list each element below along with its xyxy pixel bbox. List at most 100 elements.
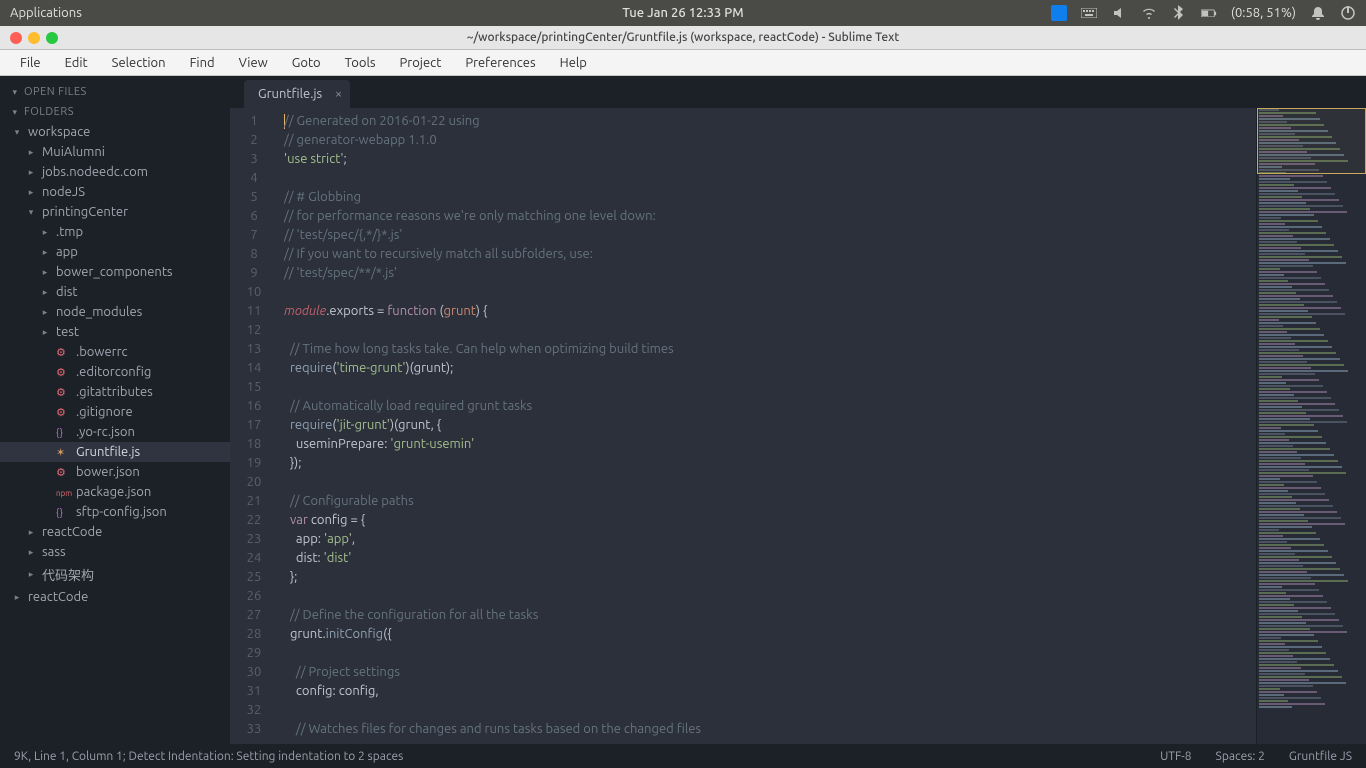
minimap[interactable] [1256,108,1366,744]
folder-jobs-nodeedc-com[interactable]: ▸ jobs.nodeedc.com [0,162,230,182]
disclosure-icon[interactable]: ▸ [40,267,50,278]
tree-label: Gruntfile.js [76,445,140,459]
tree-label: package.json [76,485,151,499]
file--yo-rc-json[interactable]: .yo-rc.json [0,422,230,442]
disclosure-icon[interactable]: ▸ [40,327,50,338]
menu-find[interactable]: Find [178,52,227,74]
config-icon [56,465,70,479]
folder-test[interactable]: ▸ test [0,322,230,342]
menu-view[interactable]: View [227,52,280,74]
tree-label: 代码架构 [42,565,94,584]
tree-label: bower_components [56,265,173,279]
clock[interactable]: Tue Jan 26 12:33 PM [622,6,743,20]
menu-project[interactable]: Project [388,52,454,74]
folder--tmp[interactable]: ▸ .tmp [0,222,230,242]
menu-selection[interactable]: Selection [100,52,178,74]
close-window-button[interactable] [10,32,22,44]
statusbar: 9K, Line 1, Column 1; Detect Indentation… [0,744,1366,768]
system-topbar: Applications Tue Jan 26 12:33 PM (0:58, … [0,0,1366,26]
folder-app[interactable]: ▸ app [0,242,230,262]
window-titlebar[interactable]: ~/workspace/printingCenter/Gruntfile.js … [0,26,1366,50]
disclosure-icon[interactable]: ▸ [40,227,50,238]
file-sftp-config-json[interactable]: sftp-config.json [0,502,230,522]
folder-----[interactable]: ▸ 代码架构 [0,562,230,587]
disclosure-icon[interactable]: ▸ [26,167,36,178]
bluetooth-icon[interactable] [1171,5,1187,21]
tab-gruntfile[interactable]: Gruntfile.js × [244,80,350,108]
status-syntax[interactable]: Gruntfile JS [1289,750,1352,763]
menu-edit[interactable]: Edit [53,52,100,74]
tree-label: test [56,325,79,339]
tab-label: Gruntfile.js [258,87,322,101]
code-area[interactable]: // Generated on 2016-01-22 using// gener… [278,108,1256,744]
notification-icon[interactable] [1310,5,1326,21]
file--gitignore[interactable]: .gitignore [0,402,230,422]
status-encoding[interactable]: UTF-8 [1160,750,1191,763]
applications-menu[interactable]: Applications [10,6,82,20]
folder-workspace[interactable]: ▾ workspace [0,122,230,142]
folders-header[interactable]: ▾FOLDERS [0,102,230,122]
folder-muialumni[interactable]: ▸MuiAlumni [0,142,230,162]
disclosure-icon[interactable]: ▸ [26,527,36,538]
menu-goto[interactable]: Goto [280,52,333,74]
tree-label: sass [42,545,66,559]
app-indicator-icon[interactable] [1051,5,1067,21]
tree-label: .tmp [56,225,83,239]
file-package-json[interactable]: package.json [0,482,230,502]
folder-dist[interactable]: ▸ dist [0,282,230,302]
disclosure-icon[interactable]: ▸ [26,187,36,198]
disclosure-icon[interactable]: ▸ [26,569,36,580]
gutter: 1234567891011121314151617181920212223242… [230,108,278,744]
battery-icon[interactable] [1201,5,1217,21]
disclosure-icon[interactable]: ▾ [12,127,22,138]
battery-text: (0:58, 51%) [1231,6,1296,20]
disclosure-icon[interactable]: ▾ [26,207,36,218]
power-icon[interactable] [1340,5,1356,21]
tab-bar: Gruntfile.js × [230,76,1366,108]
tree-label: dist [56,285,78,299]
menu-tools[interactable]: Tools [333,52,388,74]
tree-label: reactCode [28,590,88,604]
folder-sass[interactable]: ▸ sass [0,542,230,562]
wifi-icon[interactable] [1141,5,1157,21]
file--bowerrc[interactable]: .bowerrc [0,342,230,362]
menu-file[interactable]: File [8,52,53,74]
folder-node-modules[interactable]: ▸node_modules [0,302,230,322]
file--editorconfig[interactable]: .editorconfig [0,362,230,382]
disclosure-icon[interactable]: ▸ [26,547,36,558]
disclosure-icon[interactable]: ▸ [12,592,22,603]
folder-reactcode[interactable]: ▸reactCode [0,522,230,542]
folder-nodejs[interactable]: ▸nodeJS [0,182,230,202]
folder-reactcode[interactable]: ▸ reactCode [0,587,230,607]
menubar: FileEditSelectionFindViewGotoToolsProjec… [0,50,1366,76]
disclosure-icon[interactable]: ▸ [40,287,50,298]
disclosure-icon[interactable]: ▸ [26,147,36,158]
config-icon [56,405,70,419]
file--gitattributes[interactable]: .gitattributes [0,382,230,402]
tree-label: workspace [28,125,90,139]
json-icon [56,505,70,519]
file-gruntfile-js[interactable]: Gruntfile.js [0,442,230,462]
folder-printingcenter[interactable]: ▾printingCenter [0,202,230,222]
minimize-window-button[interactable] [28,32,40,44]
window-title: ~/workspace/printingCenter/Gruntfile.js … [467,31,900,44]
tab-close-icon[interactable]: × [335,87,342,101]
disclosure-icon[interactable]: ▸ [40,307,50,318]
editor: Gruntfile.js × 1234567891011121314151617… [230,76,1366,744]
tree-label: .yo-rc.json [76,425,135,439]
disclosure-icon[interactable]: ▸ [40,247,50,258]
volume-icon[interactable] [1111,5,1127,21]
minimap-viewport[interactable] [1257,108,1366,174]
tree-label: sftp-config.json [76,505,167,519]
maximize-window-button[interactable] [46,32,58,44]
folder-bower-components[interactable]: ▸ bower_components [0,262,230,282]
menu-help[interactable]: Help [548,52,599,74]
file-bower-json[interactable]: bower.json [0,462,230,482]
keyboard-icon[interactable] [1081,5,1097,21]
config-icon [56,345,70,359]
tree-label: jobs.nodeedc.com [42,165,148,179]
open-files-header[interactable]: ▾OPEN FILES [0,82,230,102]
tree-label: app [56,245,78,259]
status-indentation[interactable]: Spaces: 2 [1216,750,1265,763]
menu-preferences[interactable]: Preferences [453,52,547,74]
